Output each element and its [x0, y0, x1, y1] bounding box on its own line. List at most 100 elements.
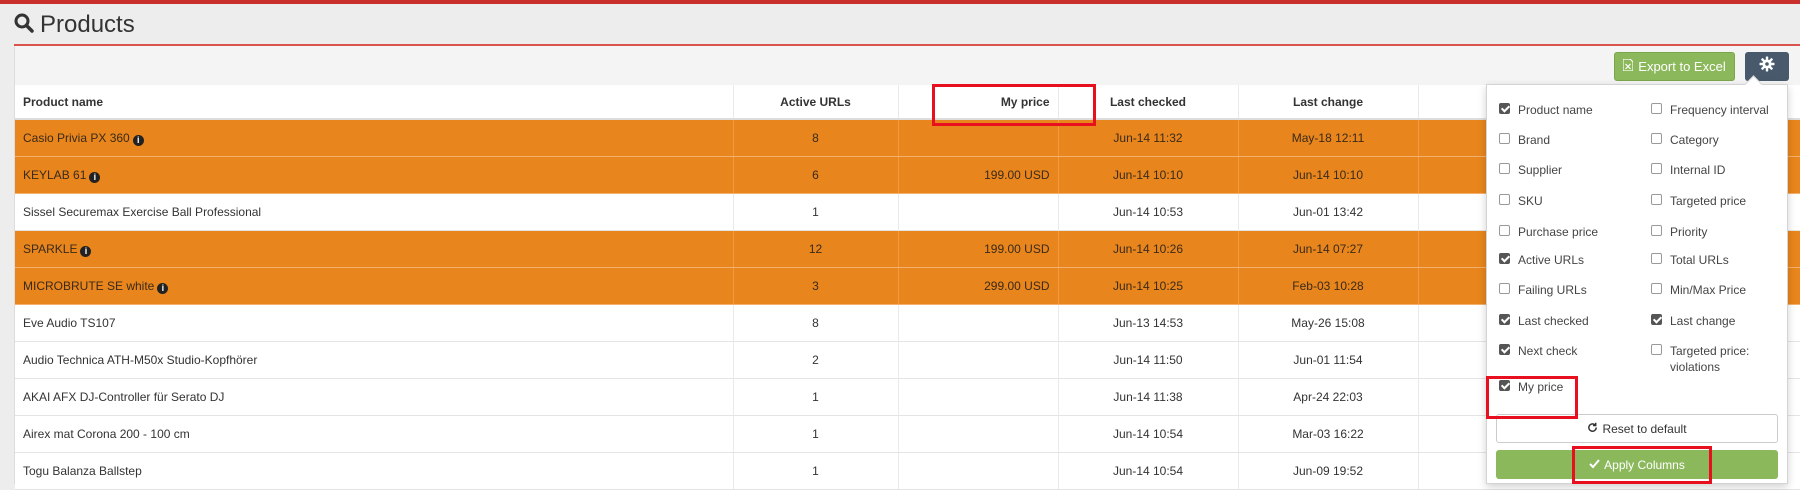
column-option[interactable]: Next check — [1499, 343, 1577, 359]
column-option-checkbox[interactable] — [1499, 163, 1510, 174]
column-option-checkbox[interactable] — [1499, 283, 1510, 294]
column-option-checkbox[interactable] — [1651, 344, 1662, 355]
cell-product-name-text: AKAI AFX DJ-Controller für Serato DJ — [23, 390, 225, 404]
cell-active-urls-text: 2 — [812, 353, 819, 367]
cell-product-name: KEYLAB 61 i — [15, 156, 734, 194]
column-option-checkbox[interactable] — [1499, 103, 1510, 114]
cell-active-urls: 2 — [733, 341, 899, 379]
column-option-label: Min/Max Price — [1670, 283, 1747, 297]
column-option[interactable]: Product name — [1499, 102, 1593, 118]
column-option[interactable]: Category — [1651, 132, 1719, 148]
info-icon[interactable]: i — [157, 282, 169, 294]
info-icon[interactable]: i — [132, 134, 144, 146]
cell-last-checked: Jun-14 11:50 — [1058, 341, 1239, 379]
column-option[interactable]: Targeted price: violations — [1651, 343, 1781, 375]
column-option-checkbox[interactable] — [1499, 314, 1510, 325]
column-option[interactable]: Brand — [1499, 132, 1550, 148]
cell-last-checked: Jun-14 10:25 — [1058, 267, 1239, 305]
cell-last-checked-text: Jun-14 11:32 — [1113, 131, 1183, 145]
column-option-checkbox[interactable] — [1499, 380, 1510, 391]
column-option-checkbox[interactable] — [1499, 194, 1510, 205]
apply-columns-button[interactable]: Apply Columns — [1496, 450, 1778, 479]
column-header-product-name[interactable]: Product name — [15, 85, 734, 120]
cell-my-price: 199.00 USD — [898, 230, 1059, 268]
info-icon[interactable]: i — [89, 171, 101, 183]
cell-last-change-text: Jun-01 11:54 — [1293, 353, 1363, 367]
column-option-checkbox[interactable] — [1651, 225, 1662, 236]
cell-active-urls: 12 — [733, 230, 899, 268]
column-header-my-price[interactable]: My price — [898, 85, 1059, 120]
column-option[interactable]: Last checked — [1499, 313, 1589, 329]
cell-active-urls: 1 — [733, 378, 899, 416]
column-option-checkbox[interactable] — [1499, 253, 1510, 264]
column-header-active-urls[interactable]: Active URLs — [733, 85, 899, 120]
column-option[interactable]: Supplier — [1499, 162, 1562, 178]
excel-file-icon — [1622, 58, 1638, 74]
cell-active-urls: 1 — [733, 415, 899, 453]
cell-product-name: Eve Audio TS107 — [15, 304, 734, 342]
column-option-checkbox[interactable] — [1651, 283, 1662, 294]
column-option[interactable]: Priority — [1651, 224, 1707, 240]
cell-last-checked: Jun-14 10:26 — [1058, 230, 1239, 268]
column-option-checkbox[interactable] — [1651, 163, 1662, 174]
info-icon[interactable]: i — [80, 245, 92, 257]
cell-last-checked-text: Jun-14 10:54 — [1112, 464, 1184, 478]
column-option-label: Supplier — [1518, 163, 1563, 177]
column-option-label: Category — [1670, 133, 1719, 147]
cell-product-name: AKAI AFX DJ-Controller für Serato DJ — [15, 378, 734, 416]
cell-active-urls-text: 8 — [812, 131, 819, 145]
cell-product-name: Airex mat Corona 200 - 100 cm — [15, 415, 734, 453]
column-option-checkbox[interactable] — [1651, 133, 1662, 144]
reset-to-default-button[interactable]: Reset to default — [1496, 414, 1778, 443]
column-option[interactable]: SKU — [1499, 193, 1543, 209]
column-option[interactable]: Active URLs — [1499, 252, 1584, 268]
cell-last-change: Jun-14 07:27 — [1238, 230, 1419, 268]
column-option-checkbox[interactable] — [1499, 133, 1510, 144]
check-icon — [1589, 458, 1600, 472]
column-option-checkbox[interactable] — [1651, 194, 1662, 205]
cell-last-change: Apr-24 22:03 — [1238, 378, 1419, 416]
column-option-label: Targeted price — [1670, 194, 1747, 208]
cell-product-name-text: Audio Technica ATH-M50x Studio-Kopfhörer — [23, 353, 258, 367]
column-option-checkbox[interactable] — [1651, 103, 1662, 114]
column-option-checkbox[interactable] — [1499, 225, 1510, 236]
cell-last-checked-text: Jun-14 11:50 — [1113, 353, 1183, 367]
cell-product-name-text: Togu Balanza Ballstep — [23, 464, 142, 478]
column-option[interactable]: Last change — [1651, 313, 1735, 329]
column-option[interactable]: Min/Max Price — [1651, 282, 1746, 298]
cell-my-price: 199.00 USD — [898, 156, 1059, 194]
column-option[interactable]: My price — [1499, 379, 1563, 395]
cell-last-checked-text: Jun-14 10:53 — [1112, 205, 1184, 219]
cell-my-price — [898, 378, 1059, 416]
column-option-label: Frequency interval — [1670, 103, 1769, 117]
column-header-last-checked[interactable]: Last checked — [1058, 85, 1239, 120]
column-option[interactable]: Total URLs — [1651, 252, 1729, 268]
cell-last-checked-text: Jun-14 11:38 — [1113, 390, 1183, 404]
cell-last-change: Jun-01 11:54 — [1238, 341, 1419, 379]
column-option[interactable]: Frequency interval — [1651, 102, 1769, 118]
column-option[interactable]: Internal ID — [1651, 162, 1725, 178]
column-header-last-change[interactable]: Last change — [1238, 85, 1419, 120]
column-option-label: Last checked — [1518, 314, 1589, 328]
column-option-checkbox[interactable] — [1651, 253, 1662, 264]
export-to-excel-button[interactable]: Export to Excel — [1614, 52, 1735, 81]
column-option-checkbox[interactable] — [1651, 314, 1662, 325]
column-option[interactable]: Failing URLs — [1499, 282, 1587, 298]
cell-product-name-text: SPARKLE — [23, 241, 78, 256]
column-option-checkbox[interactable] — [1499, 344, 1510, 355]
cell-my-price: 299.00 USD — [898, 267, 1059, 305]
cell-active-urls-text: 6 — [812, 168, 819, 182]
cell-last-checked-text: Jun-13 14:53 — [1112, 316, 1184, 330]
cell-my-price-text: 299.00 USD — [984, 279, 1050, 293]
column-option-label: Internal ID — [1670, 163, 1726, 177]
cell-active-urls: 1 — [733, 193, 899, 231]
cell-active-urls-text: 1 — [812, 464, 819, 478]
cell-last-change-text: Jun-14 07:27 — [1292, 242, 1364, 256]
column-option[interactable]: Purchase price — [1499, 224, 1598, 240]
column-option-label: Next check — [1518, 344, 1578, 358]
cell-active-urls-text: 1 — [812, 205, 819, 219]
column-option[interactable]: Targeted price — [1651, 193, 1746, 209]
cell-last-checked: Jun-14 11:38 — [1058, 378, 1239, 416]
cell-active-urls-text: 1 — [812, 427, 819, 441]
cell-active-urls-text: 12 — [808, 242, 823, 256]
